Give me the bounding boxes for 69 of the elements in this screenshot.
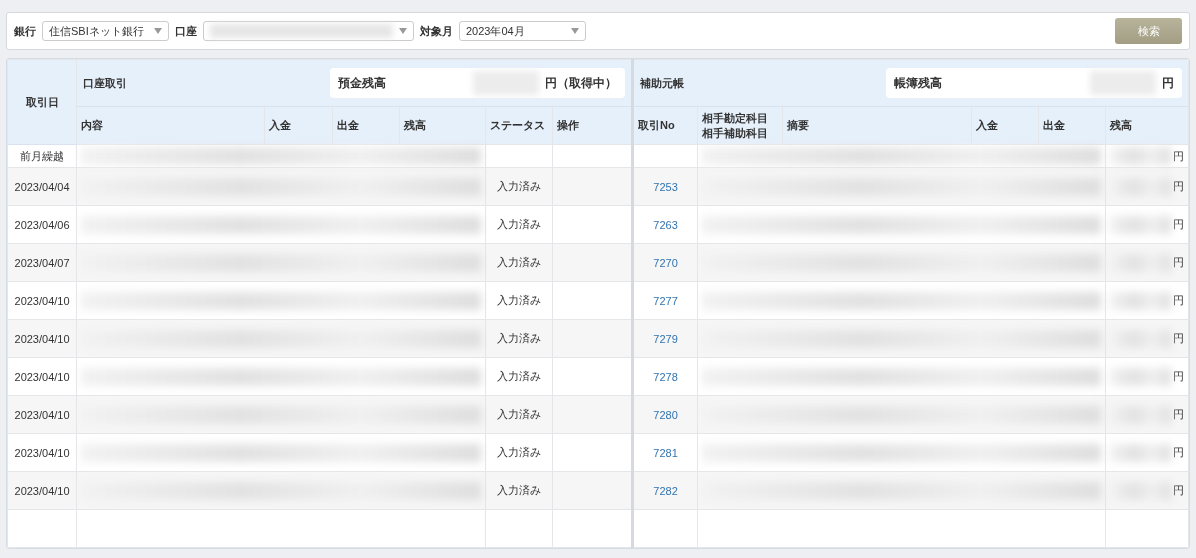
date-text: 2023/04/10 — [14, 446, 70, 459]
column-header: 取引日 — [7, 59, 77, 145]
date-text: 2023/04/10 — [14, 408, 70, 421]
date-text: 2023/04/10 — [14, 332, 70, 345]
status-text: 入力済み — [496, 370, 541, 382]
column-header: 残高 — [399, 106, 486, 145]
currency-unit: 円 — [1173, 445, 1184, 460]
transaction-link[interactable]: 7280 — [653, 408, 678, 421]
transaction-link[interactable]: 7282 — [653, 484, 678, 497]
column-header: 内容 — [76, 106, 265, 145]
currency-unit: 円 — [1173, 179, 1184, 194]
column-header: 入金 — [971, 106, 1039, 145]
section-title: 口座取引 — [83, 75, 128, 91]
column-header: 出金 — [332, 106, 400, 145]
currency-unit: 円 — [1173, 369, 1184, 384]
balance-panel: 帳簿残高 円 — [886, 68, 1182, 98]
caret-icon — [571, 28, 579, 34]
blurred-content — [1109, 291, 1171, 310]
status-text: 入力済み — [496, 446, 541, 458]
status-text: 入力済み — [496, 294, 541, 306]
column-header: 摘要 — [782, 106, 972, 145]
blurred-content — [1109, 147, 1171, 165]
date-text: 2023/04/10 — [14, 294, 70, 307]
month-select[interactable]: 2023年04月 — [459, 21, 586, 41]
currency-unit: 円 — [1173, 483, 1184, 498]
section-title: 補助元帳 — [640, 75, 685, 91]
blurred-content — [1109, 367, 1171, 386]
column-header: 相手勘定科目相手補助科目 — [702, 111, 769, 140]
transaction-link[interactable]: 7263 — [653, 218, 678, 231]
transaction-link[interactable]: 7253 — [653, 180, 678, 193]
transaction-link[interactable]: 7277 — [653, 294, 678, 307]
currency-unit: 円 — [1173, 331, 1184, 346]
date-text: 前月繰越 — [20, 149, 65, 162]
caret-icon — [154, 28, 162, 34]
column-header: ステータス — [485, 106, 553, 145]
caret-icon — [399, 28, 407, 34]
status-text: 入力済み — [496, 484, 541, 496]
bank-label: 銀行 — [14, 23, 36, 39]
status-text: 入力済み — [496, 256, 541, 268]
balance-panel: 預金残高 円（取得中） — [330, 68, 626, 98]
currency-unit: 円 — [1173, 255, 1184, 270]
transaction-link[interactable]: 7281 — [653, 446, 678, 459]
blurred-content — [1109, 215, 1171, 234]
status-text: 入力済み — [496, 180, 541, 192]
currency-unit: 円 — [1173, 407, 1184, 422]
column-header: 入金 — [264, 106, 333, 145]
column-header: 取引No — [632, 106, 698, 145]
transaction-link[interactable]: 7279 — [653, 332, 678, 345]
status-text: 入力済み — [496, 408, 541, 420]
account-label: 口座 — [175, 23, 197, 39]
transaction-link[interactable]: 7270 — [653, 256, 678, 269]
currency-unit: 円 — [1173, 217, 1184, 232]
status-text: 入力済み — [496, 332, 541, 344]
blurred-content — [1109, 443, 1171, 462]
currency-unit: 円 — [1173, 293, 1184, 308]
bank-select[interactable]: 住信SBIネット銀行 — [42, 21, 169, 41]
currency-unit: 円 — [1173, 148, 1184, 164]
date-text: 2023/04/07 — [14, 256, 70, 269]
column-header: 残高 — [1105, 106, 1189, 145]
column-header: 出金 — [1038, 106, 1106, 145]
column-header: 操作 — [552, 106, 633, 145]
status-text: 入力済み — [496, 218, 541, 230]
transaction-link[interactable]: 7278 — [653, 370, 678, 383]
date-text: 2023/04/10 — [14, 370, 70, 383]
date-text: 2023/04/06 — [14, 218, 70, 231]
month-label: 対象月 — [420, 23, 453, 39]
date-text: 2023/04/04 — [14, 180, 70, 193]
account-select[interactable] — [203, 21, 414, 41]
date-text: 2023/04/10 — [14, 484, 70, 497]
